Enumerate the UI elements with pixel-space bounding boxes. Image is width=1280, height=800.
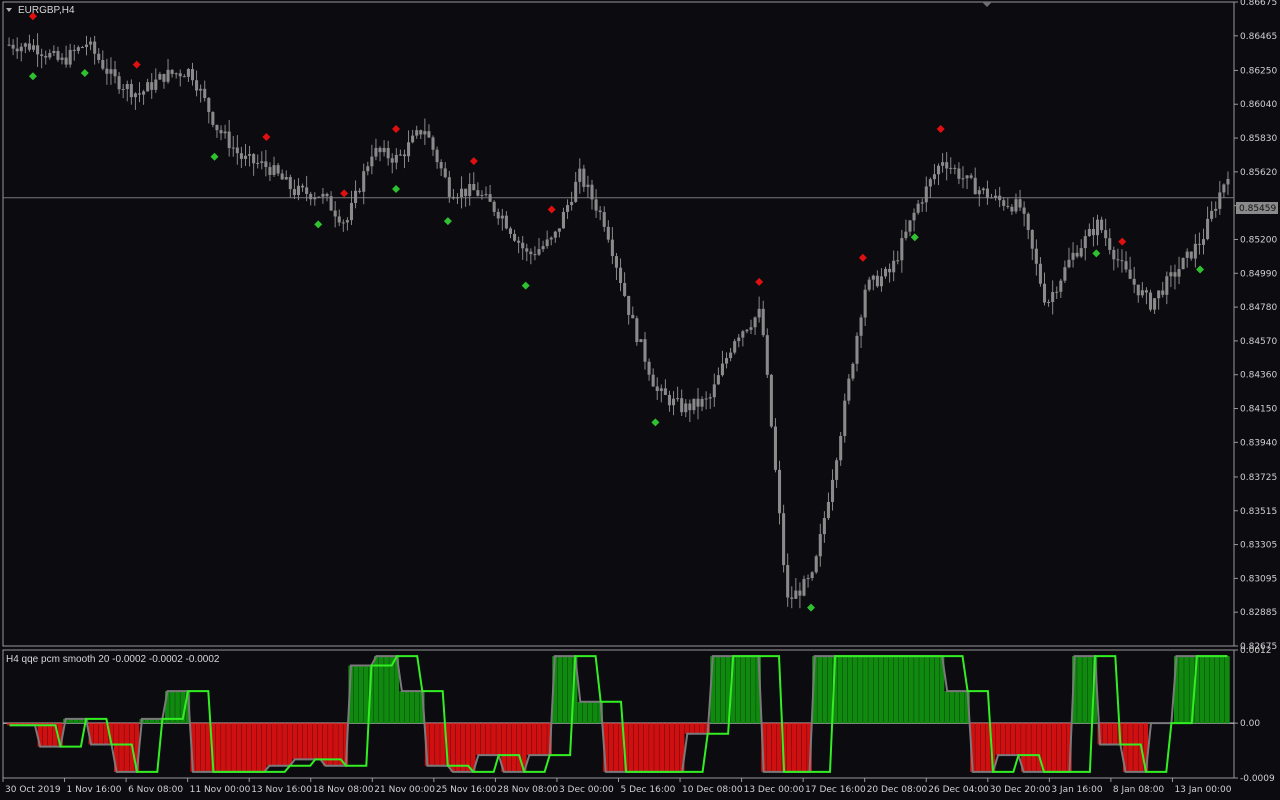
chart-labels: EURGBP,H4 H4 qqe pcm smooth 20 -0.0002 -…	[6, 2, 1278, 665]
chart-window[interactable]: 0.86675 0.86465 0.86250 0.86040 0.85830 0.856…	[0, 0, 1280, 800]
scroll-position-marker-icon[interactable]	[982, 2, 992, 7]
dropdown-arrow-icon[interactable]	[6, 8, 12, 12]
current-price-value: 0.85459	[1239, 204, 1276, 214]
symbol-label: EURGBP,H4	[18, 5, 75, 16]
current-price-tag: 0.85459	[1236, 202, 1278, 214]
indicator-label: H4 qqe pcm smooth 20 -0.0002 -0.0002 -0.…	[6, 654, 220, 665]
symbol-header[interactable]: EURGBP,H4	[6, 5, 75, 16]
